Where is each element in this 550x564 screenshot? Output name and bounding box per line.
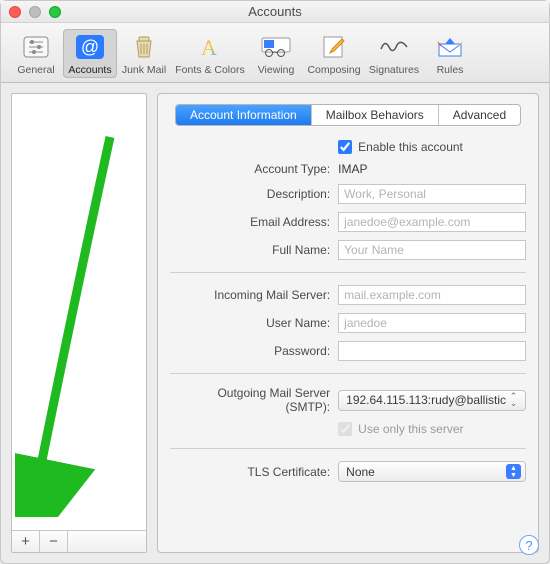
- tls-value: None: [346, 465, 375, 479]
- toolbar-label: General: [17, 64, 54, 76]
- username-input[interactable]: [338, 313, 526, 333]
- toolbar-item-general[interactable]: General: [9, 29, 63, 78]
- toolbar-label: Viewing: [258, 64, 295, 76]
- add-account-button[interactable]: +: [12, 531, 40, 552]
- sidebar-footer: + −: [12, 530, 146, 552]
- toolbar-label: Fonts & Colors: [175, 64, 244, 76]
- enable-account-checkbox[interactable]: Enable this account: [338, 140, 463, 154]
- toolbar-item-rules[interactable]: Rules: [423, 29, 477, 78]
- account-tabs: Account Information Mailbox Behaviors Ad…: [175, 104, 521, 126]
- account-type-value: IMAP: [338, 162, 526, 176]
- chevron-updown-icon: ⌃⌄: [506, 393, 521, 408]
- at-icon: @: [73, 33, 107, 61]
- window-title: Accounts: [1, 4, 549, 19]
- incoming-label: Incoming Mail Server:: [170, 288, 330, 302]
- enable-account-label: Enable this account: [358, 140, 463, 154]
- account-detail-panel: Account Information Mailbox Behaviors Ad…: [157, 93, 539, 553]
- glasses-icon: [259, 33, 293, 61]
- svg-text:A: A: [201, 35, 217, 59]
- separator: [170, 272, 526, 273]
- compose-icon: [317, 33, 351, 61]
- description-label: Description:: [170, 187, 330, 201]
- toolbar-label: Rules: [437, 64, 464, 76]
- separator: [170, 448, 526, 449]
- preferences-toolbar: General @ Accounts Junk Mail A Fonts & C…: [1, 23, 549, 83]
- password-input[interactable]: [338, 341, 526, 361]
- content-area: + − Account Information Mailbox Behavior…: [1, 83, 549, 563]
- accounts-list[interactable]: [12, 94, 146, 530]
- toolbar-item-accounts[interactable]: @ Accounts: [63, 29, 117, 78]
- incoming-input[interactable]: [338, 285, 526, 305]
- fullname-label: Full Name:: [170, 243, 330, 257]
- email-input[interactable]: [338, 212, 526, 232]
- tls-select[interactable]: None ▲▼: [338, 461, 526, 482]
- svg-text:@: @: [81, 37, 99, 57]
- tab-advanced[interactable]: Advanced: [439, 105, 520, 125]
- tls-label: TLS Certificate:: [170, 465, 330, 479]
- smtp-value: 192.64.115.113:rudy@ballistic: [346, 393, 506, 407]
- sidebar-footer-spacer: [68, 531, 146, 552]
- toolbar-item-viewing[interactable]: Viewing: [249, 29, 303, 78]
- toolbar-label: Accounts: [68, 64, 111, 76]
- fullname-input[interactable]: [338, 240, 526, 260]
- toolbar-item-fonts[interactable]: A Fonts & Colors: [171, 29, 249, 78]
- description-input[interactable]: [338, 184, 526, 204]
- password-label: Password:: [170, 344, 330, 358]
- toolbar-item-junk[interactable]: Junk Mail: [117, 29, 171, 78]
- trash-icon: [127, 33, 161, 61]
- help-button[interactable]: ?: [519, 535, 539, 555]
- preferences-window: Accounts General @ Accounts Junk Mail A …: [0, 0, 550, 564]
- toolbar-item-signatures[interactable]: Signatures: [365, 29, 423, 78]
- use-only-server-label: Use only this server: [358, 422, 463, 436]
- tab-account-information[interactable]: Account Information: [176, 105, 312, 125]
- toolbar-label: Composing: [307, 64, 360, 76]
- username-label: User Name:: [170, 316, 330, 330]
- accounts-sidebar: + −: [11, 93, 147, 553]
- toolbar-label: Signatures: [369, 64, 419, 76]
- use-only-server-checkbox: Use only this server: [338, 422, 463, 436]
- toolbar-label: Junk Mail: [122, 64, 166, 76]
- titlebar: Accounts: [1, 1, 549, 23]
- signature-icon: [377, 33, 411, 61]
- toolbar-item-composing[interactable]: Composing: [303, 29, 365, 78]
- smtp-select[interactable]: 192.64.115.113:rudy@ballistic ⌃⌄: [338, 390, 526, 411]
- rules-icon: [433, 33, 467, 61]
- chevron-updown-icon: ▲▼: [506, 464, 521, 479]
- smtp-label: Outgoing Mail Server (SMTP):: [170, 386, 330, 414]
- email-label: Email Address:: [170, 215, 330, 229]
- fonts-icon: A: [193, 33, 227, 61]
- account-type-label: Account Type:: [170, 162, 330, 176]
- remove-account-button[interactable]: −: [40, 531, 68, 552]
- separator: [170, 373, 526, 374]
- tab-mailbox-behaviors[interactable]: Mailbox Behaviors: [312, 105, 439, 125]
- slider-icon: [19, 33, 53, 61]
